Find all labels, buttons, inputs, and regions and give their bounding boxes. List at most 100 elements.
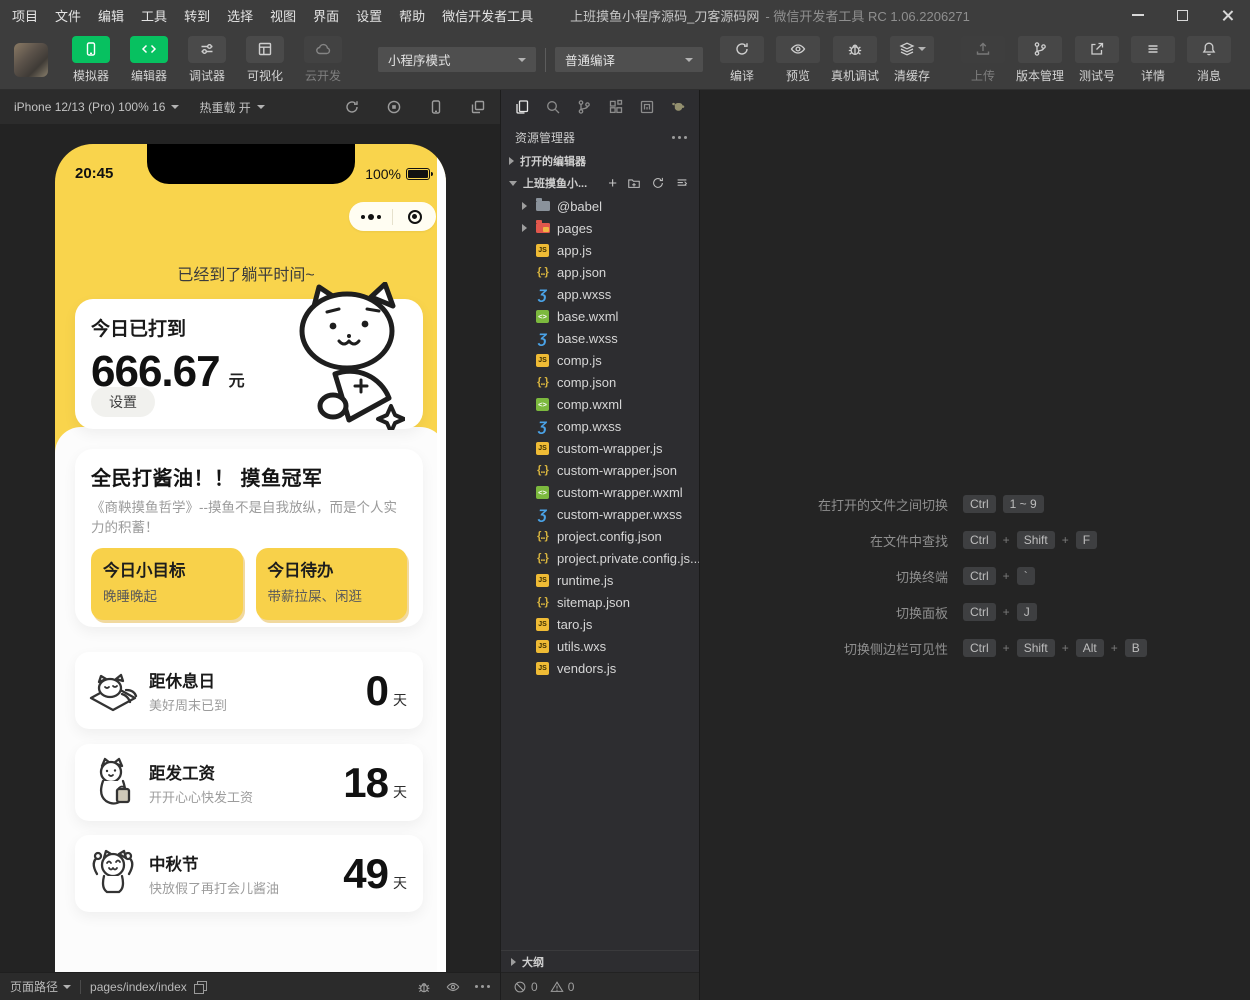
action-button-branch[interactable]: 版本管理: [1014, 36, 1066, 84]
file-row[interactable]: JScomp.js: [501, 349, 699, 371]
more-icon[interactable]: [475, 985, 490, 988]
action-button-upload[interactable]: 上传: [958, 36, 1008, 84]
menu-item[interactable]: 微信开发者工具: [442, 6, 533, 25]
file-type-icon: {..}: [535, 463, 550, 478]
file-row[interactable]: pages: [501, 217, 699, 239]
npm-icon[interactable]: [639, 99, 655, 115]
page-path-label[interactable]: 页面路径: [10, 978, 58, 995]
multi-window-icon[interactable]: [470, 99, 486, 115]
action-button-bug[interactable]: 真机调试: [829, 36, 881, 84]
search-icon[interactable]: [545, 99, 561, 115]
action-button-external-link[interactable]: 测试号: [1072, 36, 1122, 84]
avatar[interactable]: [14, 43, 48, 77]
action-button-bell[interactable]: 消息: [1184, 36, 1234, 84]
file-row[interactable]: JSruntime.js: [501, 569, 699, 591]
file-row[interactable]: <>base.wxml: [501, 305, 699, 327]
outline-label: 大纲: [522, 954, 544, 970]
menu-item[interactable]: 编辑: [98, 6, 124, 25]
toolbar-button-cloud[interactable]: 云开发: [298, 36, 348, 84]
countdown-card[interactable]: 距发工资开开心心快发工资18天: [75, 744, 423, 821]
file-row[interactable]: {..}sitemap.json: [501, 591, 699, 613]
rotate-icon[interactable]: [344, 99, 360, 115]
file-row[interactable]: JSutils.wxs: [501, 635, 699, 657]
file-row[interactable]: JSapp.js: [501, 239, 699, 261]
action-button-eye[interactable]: 预览: [773, 36, 823, 84]
keycap: J: [1017, 603, 1037, 621]
file-row[interactable]: Ʒbase.wxss: [501, 327, 699, 349]
file-row[interactable]: Ʒapp.wxss: [501, 283, 699, 305]
countdown-card[interactable]: 距休息日美好周末已到0天: [75, 652, 423, 729]
phone-scrollbar-track[interactable]: [437, 144, 446, 972]
open-editors-section[interactable]: 打开的编辑器: [501, 150, 699, 172]
slogan-subtitle: 《商鞅摸鱼哲学》--摸鱼不是自我放纵，而是个人实力的积蓄！: [91, 498, 407, 539]
toolbar-button-debugger[interactable]: 调试器: [182, 36, 232, 84]
device-frame-icon[interactable]: [428, 99, 444, 115]
file-row[interactable]: Ʒcustom-wrapper.wxss: [501, 503, 699, 525]
files-icon[interactable]: [514, 99, 530, 115]
menu-item[interactable]: 选择: [227, 6, 253, 25]
git-branch-icon[interactable]: [576, 99, 592, 115]
toolbar-button-code-editor[interactable]: 编辑器: [124, 36, 174, 84]
new-file-icon[interactable]: +: [608, 176, 617, 191]
action-button-refresh[interactable]: 编译: [717, 36, 767, 84]
action-button-layers[interactable]: 清缓存: [887, 36, 937, 84]
hot-reload-toggle[interactable]: 热重载 开: [199, 99, 264, 116]
file-row[interactable]: {..}comp.json: [501, 371, 699, 393]
file-row[interactable]: {..}custom-wrapper.json: [501, 459, 699, 481]
mode-dropdown[interactable]: 小程序模式: [378, 47, 536, 72]
slogan-box[interactable]: 今日待办带薪拉屎、闲逛: [256, 548, 408, 620]
menu-item[interactable]: 设置: [356, 6, 382, 25]
menu-item[interactable]: 视图: [270, 6, 296, 25]
file-row[interactable]: JStaro.js: [501, 613, 699, 635]
toolbar: 模拟器编辑器调试器可视化云开发 小程序模式 普通编译 编译预览真机调试清缓存 上…: [0, 30, 1250, 90]
file-row[interactable]: {..}app.json: [501, 261, 699, 283]
new-folder-icon[interactable]: [627, 176, 641, 190]
menu-item[interactable]: 界面: [313, 6, 339, 25]
problems-statusbar[interactable]: 0 0: [501, 972, 699, 1000]
plus-separator: +: [1003, 605, 1010, 619]
file-row[interactable]: @babel: [501, 195, 699, 217]
teapot-icon[interactable]: [670, 99, 686, 115]
file-row[interactable]: {..}project.private.config.js...: [501, 547, 699, 569]
capsule-more-button[interactable]: [349, 214, 392, 220]
maximize-button[interactable]: [1160, 0, 1205, 30]
settings-button[interactable]: 设置: [91, 387, 155, 417]
menu-item[interactable]: 转到: [184, 6, 210, 25]
close-button[interactable]: [1205, 0, 1250, 30]
action-button-menu-lines[interactable]: 详情: [1128, 36, 1178, 84]
toolbar-button-visual-layout[interactable]: 可视化: [240, 36, 290, 84]
project-section[interactable]: 上班摸鱼小... +: [501, 172, 699, 194]
menu-item[interactable]: 文件: [55, 6, 81, 25]
toolbar-button-simulator[interactable]: 模拟器: [66, 36, 116, 84]
collapse-all-icon[interactable]: [675, 176, 689, 190]
wxss-file-icon: Ʒ: [538, 507, 547, 521]
file-row[interactable]: JScustom-wrapper.js: [501, 437, 699, 459]
countdown-title: 距发工资: [149, 760, 253, 784]
menu-item[interactable]: 项目: [12, 6, 38, 25]
file-type-icon: {..}: [535, 551, 550, 566]
minimize-button[interactable]: [1115, 0, 1160, 30]
file-row[interactable]: <>custom-wrapper.wxml: [501, 481, 699, 503]
file-row[interactable]: JSvendors.js: [501, 657, 699, 679]
menu-item[interactable]: 工具: [141, 6, 167, 25]
explorer-more-icon[interactable]: [672, 136, 687, 139]
bug-icon[interactable]: [417, 980, 431, 994]
chevron-down-icon: [63, 985, 71, 989]
record-icon[interactable]: [386, 99, 402, 115]
countdown-card[interactable]: 中秋节快放假了再打会儿酱油49天: [75, 835, 423, 912]
device-selector[interactable]: iPhone 12/13 (Pro) 100% 16: [14, 100, 179, 114]
copy-icon[interactable]: [194, 981, 205, 992]
eye-icon[interactable]: [446, 980, 460, 994]
slogan-box[interactable]: 今日小目标晚睡晚起: [91, 548, 243, 620]
compile-mode-dropdown[interactable]: 普通编译: [555, 47, 703, 72]
capsule-close-button[interactable]: [393, 210, 436, 224]
extensions-icon[interactable]: [608, 99, 624, 115]
file-row[interactable]: {..}project.config.json: [501, 525, 699, 547]
workspace: iPhone 12/13 (Pro) 100% 16 热重载 开: [0, 90, 1250, 1000]
file-row[interactable]: Ʒcomp.wxss: [501, 415, 699, 437]
menu-item[interactable]: 帮助: [399, 6, 425, 25]
outline-section[interactable]: 大纲: [501, 950, 699, 972]
file-row[interactable]: <>comp.wxml: [501, 393, 699, 415]
mode-dropdown-value: 小程序模式: [388, 50, 451, 69]
refresh-icon[interactable]: [651, 176, 665, 190]
